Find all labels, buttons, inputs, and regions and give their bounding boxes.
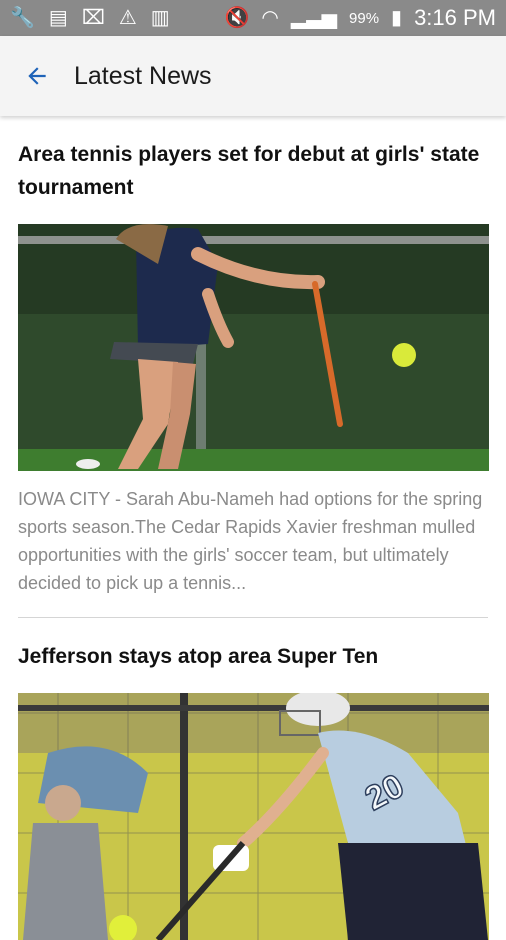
wrench-icon: 🔧 (10, 7, 35, 29)
battery-percent: 99% (349, 9, 380, 27)
back-button[interactable] (0, 36, 74, 116)
softball-player-photo: 20 (18, 693, 489, 940)
article-summary: IOWA CITY - Sarah Abu-Nameh had options … (18, 489, 483, 593)
tennis-player-photo (18, 224, 489, 471)
news-article[interactable]: Jefferson stays atop area Super Ten 20 (18, 618, 489, 940)
status-bar: 🔧 ▤ ⌧ ⚠ ▥ 🔇 ◠ ▂▃▅ 99% ▮ 3:16 PM (0, 0, 506, 36)
news-icon: ▤ (48, 7, 68, 29)
system-icons: 🔇 ◠ ▂▃▅ 99% ▮ 3:16 PM (225, 5, 497, 31)
app-bar: Latest News (0, 36, 506, 116)
news-article[interactable]: Area tennis players set for debut at gir… (18, 116, 489, 618)
signal-icon: ▂▃▅ (290, 7, 338, 29)
document-icon: ▥ (150, 7, 170, 29)
article-headline[interactable]: Area tennis players set for debut at gir… (18, 138, 488, 204)
warning-icon: ⚠ (118, 7, 137, 29)
news-list[interactable]: Area tennis players set for debut at gir… (0, 116, 506, 940)
battery-icon: ▮ (391, 7, 403, 29)
page-title: Latest News (74, 61, 212, 90)
voicemail-icon: ⌧ (81, 7, 105, 29)
wifi-icon: ◠ (261, 7, 279, 29)
article-image[interactable]: 20 (18, 693, 489, 940)
notification-icons: 🔧 ▤ ⌧ ⚠ ▥ (10, 8, 225, 28)
article-headline[interactable]: Jefferson stays atop area Super Ten (18, 640, 488, 673)
article-image[interactable] (18, 224, 489, 471)
clock: 3:16 PM (414, 5, 496, 30)
mute-icon: 🔇 (224, 7, 250, 29)
arrow-back-icon (28, 67, 46, 85)
